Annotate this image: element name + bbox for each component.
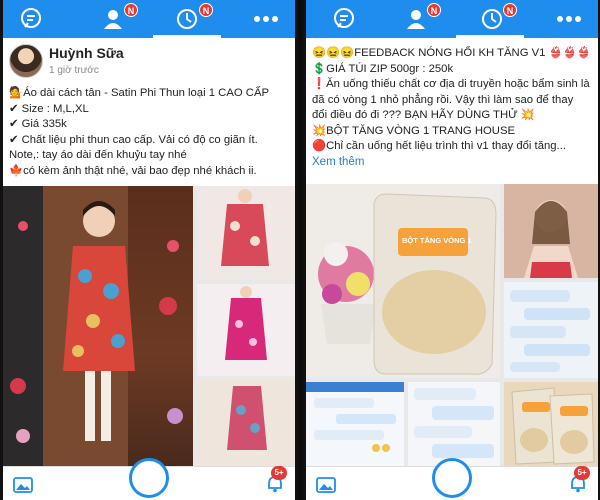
post-timestamp: 1 giờ trước xyxy=(49,65,99,76)
phone-screen-right: N N 😖😖😖FEEDBACK NÓNG HỔI KH TĂNG V1 👙👙👙 … xyxy=(306,0,598,500)
more-menu-icon[interactable] xyxy=(554,7,584,31)
photo-person[interactable] xyxy=(504,184,598,278)
post-line: 😖😖😖FEEDBACK NÓNG HỔI KH TĂNG V1 👙👙👙 xyxy=(312,47,591,59)
more-menu-icon[interactable] xyxy=(251,7,281,31)
author-name[interactable]: Huỳnh Sữa xyxy=(49,45,124,61)
photo-main-dress[interactable] xyxy=(3,186,193,466)
photo-gallery xyxy=(3,186,295,466)
post-line: ✔ Size : M,L,XL xyxy=(9,102,89,115)
product-label: BỘT TĂNG VÒNG 1 xyxy=(402,236,472,245)
contacts-badge: N xyxy=(124,3,138,17)
screen-divider xyxy=(298,0,303,500)
post-text: 💁Áo dài cách tân - Satin Phi Thun loại 1… xyxy=(9,86,289,179)
post-line: đổi điều đó đi ??? BẠN HÃY DÙNG THỬ 💥 xyxy=(312,109,535,121)
contacts-badge: N xyxy=(427,3,441,17)
photo-product[interactable]: BỘT TĂNG VÒNG 1 xyxy=(306,184,500,378)
photo-thumb-3[interactable] xyxy=(197,380,295,466)
active-tab-indicator xyxy=(456,35,524,38)
post-line: Note,: tay áo dài đến khuỷu tay nhé xyxy=(9,149,187,161)
photo-thumb-1[interactable] xyxy=(197,186,295,280)
chat-icon[interactable] xyxy=(19,7,43,31)
photo-chat-screenshot-3[interactable] xyxy=(408,382,500,466)
post-line: 🔴Chỉ cần uống hết liệu trình thì v1 thay… xyxy=(312,140,566,152)
post-header: Huỳnh Sữa 1 giờ trước xyxy=(3,40,295,80)
contacts-icon[interactable] xyxy=(404,7,428,31)
notification-badge: 5+ xyxy=(574,466,590,480)
gallery-icon[interactable] xyxy=(13,477,33,493)
timeline-badge: N xyxy=(199,3,213,17)
camera-button[interactable] xyxy=(432,458,472,498)
post-line: 🍁có kèm ảnh thật nhé, vải bao đẹp nhé kh… xyxy=(9,164,257,177)
bottom-navigation-bar: 5+ xyxy=(306,458,598,500)
photo-chat-screenshot-1[interactable] xyxy=(504,282,598,378)
post-line: ✔ Giá 335k xyxy=(9,118,67,130)
phone-screen-left: N N Huỳnh Sữa 1 giờ trước 💁Áo dài cách t… xyxy=(3,0,295,500)
post-line: 💁Áo dài cách tân - Satin Phi Thun loại 1… xyxy=(9,87,270,99)
photo-product-bags[interactable] xyxy=(504,382,598,466)
post-text: 😖😖😖FEEDBACK NÓNG HỔI KH TĂNG V1 👙👙👙 💲GIÁ… xyxy=(312,46,592,170)
photo-gallery: BỘT TĂNG VÒNG 1 xyxy=(306,184,598,466)
bottom-navigation-bar: 5+ xyxy=(3,458,295,500)
post-line: ❗Ăn uống thiếu chất cơ địa di truyền hoặ… xyxy=(312,78,590,90)
photo-chat-screenshot-2[interactable] xyxy=(306,382,404,466)
active-tab-indicator xyxy=(153,35,221,38)
gallery-icon[interactable] xyxy=(316,477,336,493)
chat-icon[interactable] xyxy=(332,7,356,31)
notification-badge: 5+ xyxy=(271,466,287,480)
post-line: đã có vòng 1 nhỏ phẳng rồi. Vậy thì làm … xyxy=(312,93,574,106)
photo-thumb-2[interactable] xyxy=(197,284,295,376)
camera-button[interactable] xyxy=(129,458,169,498)
see-more-link[interactable]: Xem thêm xyxy=(312,155,592,171)
timeline-clock-icon[interactable] xyxy=(480,7,504,31)
top-navigation-bar: N N xyxy=(306,0,598,38)
contacts-icon[interactable] xyxy=(101,7,125,31)
timeline-badge: N xyxy=(503,3,517,17)
timeline-clock-icon[interactable] xyxy=(175,7,199,31)
author-avatar[interactable] xyxy=(9,44,43,78)
top-navigation-bar: N N xyxy=(3,0,295,38)
post-line: 💲GIÁ TÚI ZIP 500gr : 250k xyxy=(312,62,454,75)
post-line: ✔ Chất liệu phi thun cao cấp. Vải có độ … xyxy=(9,133,258,146)
post-line: 💥BỘT TĂNG VÒNG 1 TRANG HOUSE xyxy=(312,124,516,137)
